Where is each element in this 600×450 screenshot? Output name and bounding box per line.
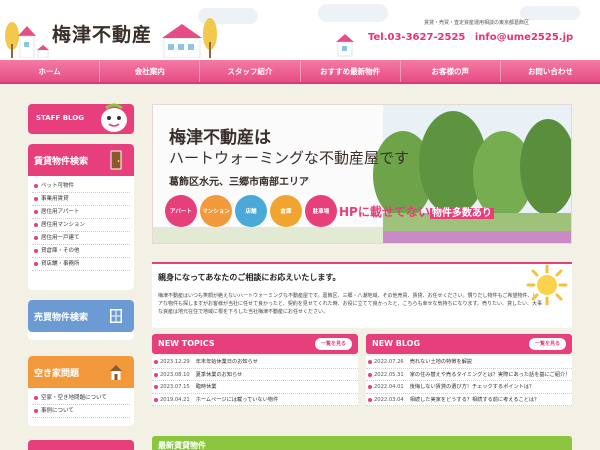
vacant-house-title: 空き家問題 <box>34 369 80 379</box>
blog-text: 後悔しない賃貸の選び方！チェックするポイントは？ <box>409 384 535 390</box>
sun-icon <box>526 264 568 306</box>
small-house-illustration <box>336 34 354 57</box>
topic-date: 2023.07.15 <box>160 384 190 390</box>
tagline: 賃貸・売買・査定資産運用相談の東京都葛飾区 <box>424 20 530 26</box>
email-link[interactable]: info@ume2525.jp <box>475 32 573 43</box>
new-topics-more-button[interactable]: 一覧を見る <box>314 338 352 350</box>
topic-text: ホームページには載っていない物件 <box>195 396 279 403</box>
new-topics-title: NEW TOPICS <box>158 339 215 348</box>
blog-item[interactable]: 2022.05.31 家の住み替えや売るタイミングとは？実際にあった話を基にご紹介… <box>366 369 572 381</box>
hero-subtitle: ハートウォーミングな不動産屋です <box>169 149 410 167</box>
category-mansion: マンション <box>200 195 232 227</box>
rent-apartment[interactable]: 居住用アパート <box>32 206 130 219</box>
vacant-house-header[interactable]: 空き家問題 <box>28 356 134 388</box>
sidebar-next-box <box>28 440 134 450</box>
rent-category-list: ペット可物件 事業用賃貸 居住用アパート 居住用マンション 居住用一戸建て 貸倉… <box>28 176 134 275</box>
house-icon <box>110 365 122 380</box>
nav-company[interactable]: 会社案内 <box>100 60 201 82</box>
topic-text: 夏季休業のお知らせ <box>195 371 243 378</box>
category-parking: 駐車場 <box>305 195 337 227</box>
blog-text: 相続した実家をどうする？相続する前に考えることは？ <box>409 396 540 403</box>
rent-search-title: 賃貸物件検索 <box>34 157 89 167</box>
rent-warehouse[interactable]: 貸倉庫・その他 <box>32 245 130 258</box>
new-topics-section: NEW TOPICS 一覧を見る 2023.12.29 年末年始休業日のお知らせ … <box>152 334 358 406</box>
cloud-decoration <box>318 4 388 22</box>
new-blog-header: NEW BLOG 一覧を見る <box>366 334 572 354</box>
topic-item[interactable]: 2023.08.10 夏季休業のお知らせ <box>152 369 358 381</box>
category-apartment: アパート <box>165 195 197 227</box>
new-blog-title: NEW BLOG <box>372 339 421 348</box>
hero-area: 葛飾区水元、三郷市南部エリア <box>169 177 309 188</box>
site-title[interactable]: 梅津不動産 <box>52 20 152 47</box>
vacant-house-list: 空家・空き地問題について 事例について <box>28 388 134 422</box>
blog-text: 家の住み替えや売るタイミングとは？実際にあった話を基にご紹介！ <box>409 371 571 378</box>
blog-date: 2022.03.04 <box>374 396 404 403</box>
rent-search-header[interactable]: 賃貸物件検索 <box>28 144 134 176</box>
staff-blog-label: STAFF BLOG <box>36 114 84 122</box>
blog-item[interactable]: 2022.04.01 後悔しない賃貸の選び方！チェックするポイントは？ <box>366 381 572 394</box>
hero-promo: HPに載せてない 物件多数あり <box>339 203 494 220</box>
hero-title: 梅津不動産は <box>169 128 271 148</box>
blog-item[interactable]: 2022.03.04 相続した実家をどうする？相続する前に考えることは？ <box>366 394 572 406</box>
intro-section: 親身になってあなたのご相談にお応えいたします。 梅津不動産はいつも笑顔が絶えない… <box>152 264 572 328</box>
hero-promo-prefix: HPに載せてない <box>339 205 430 219</box>
staff-blog-banner[interactable]: STAFF BLOG <box>28 103 134 134</box>
blog-text: 売れない土地の特徴を解説 <box>409 359 472 365</box>
phone-number[interactable]: Tel.03-3627-2525 <box>368 32 465 43</box>
category-warehouse: 倉庫 <box>270 195 302 227</box>
case-study-link[interactable]: 事例について <box>32 405 130 418</box>
blog-date: 2022.04.01 <box>374 384 404 390</box>
rent-pets[interactable]: ペット可物件 <box>32 180 130 193</box>
vacant-issue-link[interactable]: 空家・空き地問題について <box>32 392 130 405</box>
vacant-house-box: 空き家問題 空家・空き地問題について 事例について <box>28 356 134 426</box>
topic-text: 年末年始休業日のお知らせ <box>195 359 258 365</box>
new-topics-list: 2023.12.29 年末年始休業日のお知らせ 2023.08.10 夏季休業のお知… <box>152 356 358 406</box>
recent-rent-title: 最新賃貸物件 <box>158 441 206 450</box>
topic-date: 2023.12.29 <box>160 359 190 365</box>
rent-house[interactable]: 居住用一戸建て <box>32 232 130 245</box>
topic-date: 2023.08.10 <box>160 371 190 378</box>
town-illustration <box>162 18 217 58</box>
new-blog-list: 2022.07.26 売れない土地の特徴を解説 2022.05.31 家の住み替えや… <box>366 356 572 406</box>
blog-date: 2022.07.26 <box>374 359 404 365</box>
intro-title: 親身になってあなたのご相談にお応えいたします。 <box>158 273 341 282</box>
intro-text: 梅津不動産はいつも笑顔が絶えないハートウォーミングな不動産屋です。葛飾区、三郷・… <box>158 293 542 315</box>
hero-promo-highlight: 物件多数あり <box>429 208 494 219</box>
sale-search-box[interactable]: 売買物件検索 <box>28 300 134 340</box>
nav-staff[interactable]: スタッフ紹介 <box>200 60 301 82</box>
rent-store[interactable]: 貸店舗・事務所 <box>32 258 130 271</box>
site-header: 梅津不動産 賃貸・売買・査定資産運用相談の東京都葛飾区 Tel.03-3627-… <box>0 0 600 60</box>
sale-search-title: 売買物件検索 <box>34 313 89 323</box>
contact-info: Tel.03-3627-2525 info@ume2525.jp <box>368 32 579 43</box>
houses-illustration <box>5 22 49 58</box>
rent-mansion[interactable]: 居住用マンション <box>32 219 130 232</box>
topic-date: 2019.04.21 <box>160 396 190 403</box>
cloud-decoration <box>520 6 580 20</box>
blog-date: 2022.05.31 <box>374 371 404 378</box>
recent-rent-header: 最新賃貸物件 <box>152 436 572 450</box>
new-topics-header: NEW TOPICS 一覧を見る <box>152 334 358 354</box>
category-store: 店舗 <box>235 195 267 227</box>
property-category-circles: アパート マンション 店舗 倉庫 駐車場 <box>165 195 337 227</box>
door-icon <box>110 150 122 170</box>
topic-item[interactable]: 2019.04.21 ホームページには載っていない物件 <box>152 394 358 406</box>
nav-contact[interactable]: お問い合わせ <box>501 60 600 82</box>
mascot-icon <box>101 103 127 132</box>
window-icon <box>110 309 122 323</box>
blog-item[interactable]: 2022.07.26 売れない土地の特徴を解説 <box>366 356 572 369</box>
rent-search-box: 賃貸物件検索 ペット可物件 事業用賃貸 居住用アパート 居住用マンション 居住用… <box>28 144 134 290</box>
main-nav: ホーム 会社案内 スタッフ紹介 おすすめ最新物件 お客様の声 お問い合わせ <box>0 60 600 84</box>
topic-text: 臨時休業 <box>195 384 217 390</box>
hero-banner: 梅津不動産は ハートウォーミングな不動産屋です 葛飾区水元、三郷市南部エリア ア… <box>152 104 572 244</box>
nav-home[interactable]: ホーム <box>0 60 101 82</box>
rent-business[interactable]: 事業用賃貸 <box>32 193 130 206</box>
topic-item[interactable]: 2023.07.15 臨時休業 <box>152 381 358 394</box>
nav-voices[interactable]: お客様の声 <box>401 60 501 82</box>
topic-item[interactable]: 2023.12.29 年末年始休業日のお知らせ <box>152 356 358 369</box>
new-blog-more-button[interactable]: 一覧を見る <box>528 338 566 350</box>
new-blog-section: NEW BLOG 一覧を見る 2022.07.26 売れない土地の特徴を解説 20… <box>366 334 572 406</box>
sale-search-header[interactable]: 売買物件検索 <box>28 300 134 332</box>
nav-recommended[interactable]: おすすめ最新物件 <box>301 60 401 82</box>
